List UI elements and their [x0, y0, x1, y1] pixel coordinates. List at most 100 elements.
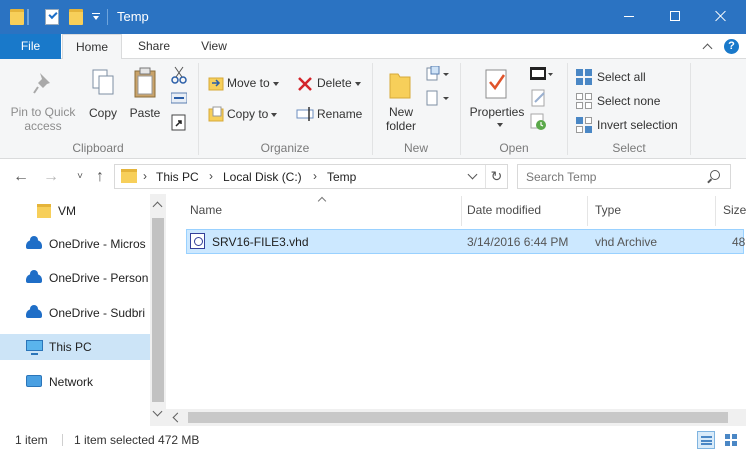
collapse-ribbon-icon[interactable] — [702, 43, 713, 54]
pin-to-quick-access-button[interactable]: Pin to Quick access — [0, 59, 84, 137]
maximize-button[interactable] — [652, 0, 698, 32]
status-bar: 1 item 1 item selected 472 MB — [0, 426, 746, 454]
nav-item-onedrive-sudbri[interactable]: OneDrive - Sudbri — [0, 300, 150, 326]
file-name: SRV16-FILE3.vhd — [212, 235, 309, 249]
address-dropdown-icon[interactable] — [467, 169, 478, 180]
nav-item-this-pc[interactable]: This PC — [0, 334, 150, 360]
help-icon[interactable]: ? — [724, 39, 739, 54]
paste-shortcut-icon[interactable] — [171, 113, 187, 131]
history-icon[interactable] — [530, 113, 548, 131]
new-folder-quick-icon[interactable] — [69, 9, 83, 25]
column-header-name[interactable]: Name — [190, 203, 222, 217]
column-divider[interactable] — [715, 196, 716, 226]
column-divider[interactable] — [461, 196, 462, 226]
select-none-label: Select none — [597, 94, 661, 108]
divider — [27, 9, 29, 25]
forward-arrow-icon[interactable]: → — [43, 169, 59, 185]
breadcrumb-temp[interactable]: Temp — [327, 170, 356, 184]
back-arrow-icon[interactable]: ← — [13, 169, 29, 185]
ribbon: Pin to Quick access Copy Paste Clipboard… — [0, 59, 746, 159]
dropdown-caret-icon — [497, 123, 503, 127]
properties-icon — [485, 69, 507, 99]
nav-item-onedrive-micros[interactable]: OneDrive - Micros — [0, 231, 150, 257]
breadcrumb-this-pc[interactable]: This PC — [156, 170, 199, 184]
nav-item-onedrive-person[interactable]: OneDrive - Person — [0, 265, 150, 291]
new-folder-icon — [389, 73, 411, 99]
nav-pane-scrollbar[interactable] — [150, 194, 166, 426]
column-header-date[interactable]: Date modified — [467, 203, 541, 217]
onedrive-cloud-icon — [26, 270, 42, 283]
folder-icon — [37, 204, 51, 218]
up-arrow-icon[interactable]: ↑ — [92, 169, 108, 185]
invert-selection-button[interactable]: Invert selection — [575, 116, 695, 134]
group-divider — [198, 63, 199, 155]
nav-item-network[interactable]: Network — [0, 369, 150, 395]
breadcrumb-separator: › — [313, 169, 317, 183]
file-row[interactable]: SRV16-FILE3.vhd 3/14/2016 6:44 PM vhd Ar… — [186, 229, 746, 254]
dropdown-caret-icon — [354, 81, 361, 86]
paste-button[interactable]: Paste — [125, 59, 165, 137]
open-7z-icon[interactable] — [529, 66, 553, 82]
copy-button[interactable]: Copy — [84, 59, 122, 137]
new-item-icon[interactable] — [425, 66, 451, 82]
details-view-button[interactable] — [697, 431, 715, 449]
title-bar: Temp — [0, 0, 746, 34]
folder-icon — [10, 9, 24, 25]
breadcrumb-local-disk[interactable]: Local Disk (C:) — [223, 170, 302, 184]
select-all-icon — [576, 69, 592, 85]
easy-access-icon[interactable] — [425, 90, 451, 106]
rename-label: Rename — [317, 107, 363, 121]
search-icon — [710, 170, 720, 180]
pin-label-line2: access — [24, 119, 62, 133]
tab-home[interactable]: Home — [62, 34, 122, 60]
file-list-horizontal-scrollbar[interactable] — [166, 409, 746, 426]
address-bar[interactable]: › This PC › Local Disk (C:) › Temp ↻ — [114, 164, 508, 189]
tab-file[interactable]: File — [0, 34, 61, 59]
scroll-down-icon[interactable] — [152, 406, 163, 417]
scroll-up-icon[interactable] — [152, 201, 163, 212]
pin-icon — [33, 73, 50, 94]
close-button[interactable] — [698, 0, 744, 32]
address-row: ← → ˅ ↑ › This PC › Local Disk (C:) › Te… — [0, 160, 746, 194]
new-group-label: New — [403, 141, 428, 155]
column-header-type[interactable]: Type — [595, 203, 621, 217]
tab-view[interactable]: View — [184, 34, 244, 59]
properties-button[interactable]: Properties — [466, 59, 528, 137]
column-divider[interactable] — [587, 196, 588, 226]
edit-icon[interactable] — [530, 89, 548, 107]
window-title: Temp — [117, 9, 149, 24]
minimize-button[interactable] — [606, 0, 652, 32]
cut-icon[interactable] — [171, 66, 187, 84]
onedrive-cloud-icon — [26, 305, 42, 318]
group-divider — [690, 63, 691, 155]
search-input[interactable]: Search Temp — [517, 164, 731, 189]
select-none-button[interactable]: Select none — [575, 92, 685, 110]
column-header-size[interactable]: Size — [723, 203, 746, 217]
copy-path-icon[interactable] — [171, 92, 187, 104]
scrollbar-thumb[interactable] — [152, 218, 164, 402]
properties-label: Properties — [469, 105, 525, 119]
nav-item-label: Network — [49, 375, 94, 389]
recent-locations-chevron-icon[interactable]: ˅ — [72, 170, 88, 184]
file-date: 3/14/2016 6:44 PM — [467, 235, 569, 249]
customize-quick-access-icon[interactable] — [92, 13, 100, 21]
nav-item-vm[interactable]: VM — [0, 198, 150, 224]
properties-check-icon[interactable] — [45, 9, 59, 25]
group-divider — [372, 63, 373, 155]
new-folder-button[interactable]: New folder — [378, 59, 424, 137]
move-to-label: Move to — [227, 76, 270, 90]
divider — [62, 434, 63, 446]
file-size: 48 — [732, 235, 746, 249]
delete-x-icon — [298, 77, 312, 91]
tab-share[interactable]: Share — [124, 34, 184, 59]
select-all-button[interactable]: Select all — [575, 68, 685, 86]
select-all-label: Select all — [597, 70, 646, 84]
file-list: Name Date modified Type Size SRV16-FILE3… — [166, 194, 746, 426]
invert-selection-label: Invert selection — [597, 118, 678, 132]
large-icons-view-button[interactable] — [722, 431, 740, 449]
scrollbar-thumb[interactable] — [188, 412, 728, 423]
paste-label: Paste — [129, 106, 161, 120]
onedrive-cloud-icon — [26, 236, 42, 249]
scroll-left-icon[interactable] — [172, 412, 183, 423]
refresh-icon[interactable]: ↻ — [485, 165, 507, 188]
